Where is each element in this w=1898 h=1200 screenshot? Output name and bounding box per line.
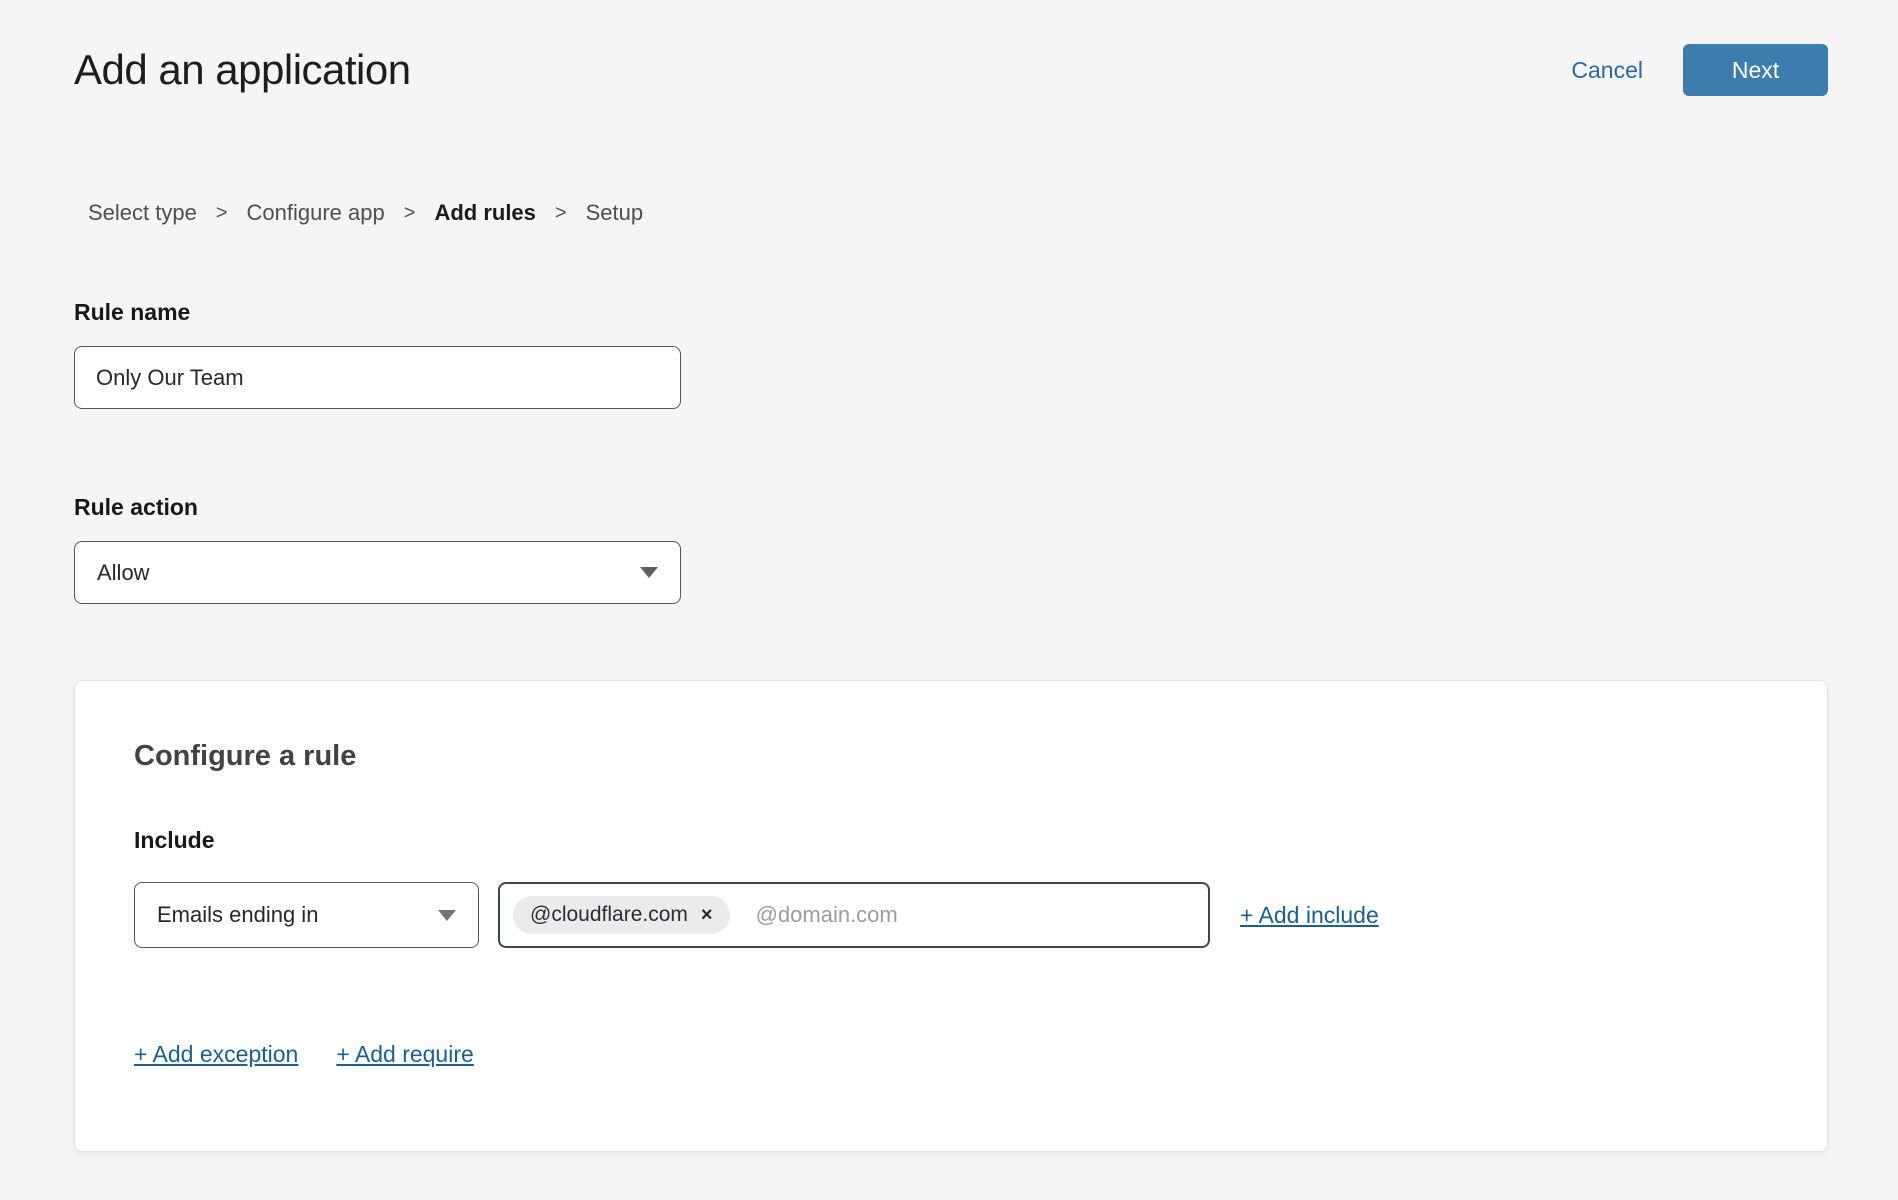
add-require-link[interactable]: + Add require: [336, 1041, 473, 1068]
breadcrumb-separator: >: [555, 202, 567, 225]
include-criteria-select[interactable]: Emails ending in: [134, 882, 479, 948]
breadcrumb-step-add-rules[interactable]: Add rules: [434, 200, 535, 226]
breadcrumb-step-setup[interactable]: Setup: [586, 200, 644, 226]
add-exception-link[interactable]: + Add exception: [134, 1041, 298, 1068]
rule-name-label: Rule name: [74, 299, 190, 326]
include-rule-row: Emails ending in @cloudflare.com × + Add…: [134, 882, 1379, 948]
configure-rule-title: Configure a rule: [134, 740, 356, 773]
rule-action-label: Rule action: [74, 494, 198, 521]
rule-name-input[interactable]: [74, 346, 681, 409]
add-application-page: Add an application Cancel Next Select ty…: [0, 0, 1898, 1200]
rule-extra-links-row: + Add exception + Add require: [134, 1041, 474, 1068]
page-header: Add an application Cancel Next: [74, 44, 1828, 96]
rule-action-select[interactable]: Allow: [74, 541, 681, 604]
chip-remove-icon[interactable]: ×: [701, 905, 713, 925]
configure-rule-card: Configure a rule Include Emails ending i…: [74, 680, 1828, 1152]
email-domain-tag-input[interactable]: @cloudflare.com ×: [498, 882, 1210, 948]
chevron-down-icon: [438, 910, 456, 921]
include-label: Include: [134, 827, 215, 854]
email-domain-chip-label: @cloudflare.com: [530, 903, 688, 927]
breadcrumb-separator: >: [404, 202, 416, 225]
add-include-link[interactable]: + Add include: [1240, 902, 1379, 929]
breadcrumb-step-configure-app[interactable]: Configure app: [247, 200, 385, 226]
email-domain-chip: @cloudflare.com ×: [513, 896, 730, 934]
breadcrumb-step-select-type[interactable]: Select type: [88, 200, 197, 226]
email-domain-input[interactable]: [756, 902, 1195, 928]
rule-action-selected-value: Allow: [97, 560, 150, 586]
chevron-down-icon: [640, 567, 658, 578]
breadcrumb: Select type > Configure app > Add rules …: [88, 200, 643, 226]
header-actions: Cancel Next: [1571, 44, 1828, 96]
page-title: Add an application: [74, 46, 411, 94]
next-button[interactable]: Next: [1683, 44, 1828, 96]
include-criteria-selected-value: Emails ending in: [157, 902, 318, 928]
cancel-button[interactable]: Cancel: [1571, 57, 1643, 84]
breadcrumb-separator: >: [216, 202, 228, 225]
